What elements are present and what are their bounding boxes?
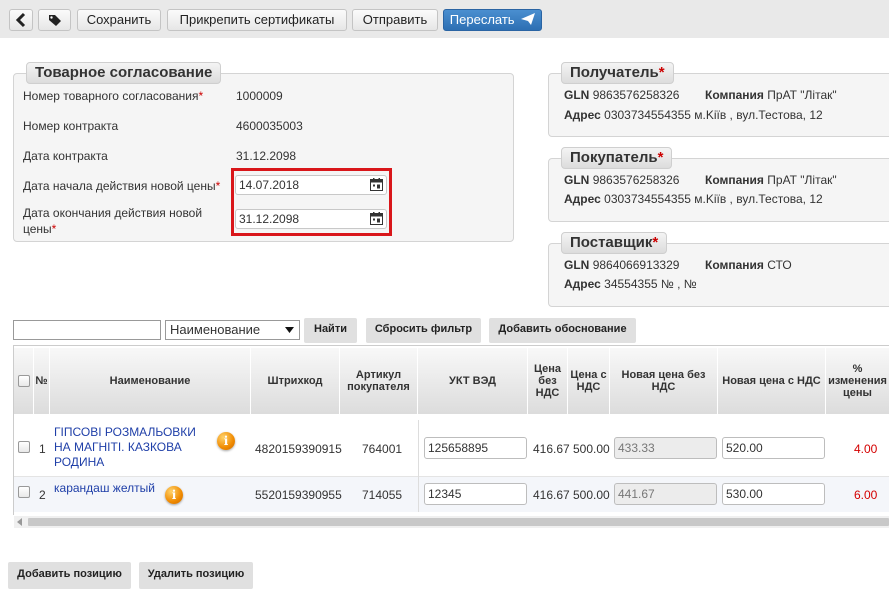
send-button[interactable]: Отправить [352,9,438,31]
contract-date-value: 31.12.2098 [236,149,297,163]
header-num: № [34,348,50,414]
header-price-no-vat[interactable]: Цена без НДС [528,348,568,414]
chevron-left-icon [15,12,26,28]
select-all-checkbox[interactable] [17,375,30,387]
ukt-input[interactable]: 12345 [424,483,527,505]
buyer-gln: GLN 9863576258326 [564,173,680,187]
select-all-header [14,348,34,414]
agreement-title: Товарное согласование [26,62,222,84]
supplier-title: Поставщик* [561,232,668,254]
buyer-company: Компания ПрАТ "Літак" [705,173,837,187]
info-icon[interactable]: i [217,432,235,450]
recipient-address: Адрес 0303734554355 м.Kiïв , вул.Тестова… [564,108,823,122]
new-price-no-vat-field: 433.33 [614,437,717,459]
recipient-gln: GLN 9863576258326 [564,88,680,102]
info-icon[interactable]: i [165,486,183,504]
recipient-company: Компания ПрАТ "Літак" [705,88,837,102]
contract-date-label: Дата контракта [23,149,108,163]
tag-button[interactable] [38,9,71,31]
buyer-address: Адрес 0303734554355 м.Kiïв , вул.Тестова… [564,192,823,206]
calendar-icon[interactable] [370,212,383,225]
add-position-button[interactable]: Добавить позицию [8,562,131,589]
scroll-left-icon[interactable] [16,518,24,526]
calendar-icon[interactable] [370,178,383,191]
header-new-price-vat[interactable]: Новая цена с НДС [718,348,826,414]
agreement-number-label: Номер товарного согласования* [23,89,204,103]
save-button[interactable]: Сохранить [77,9,161,31]
new-price-vat-input[interactable]: 520.00 [722,437,825,459]
filter-field-select[interactable]: Наименование [165,320,300,340]
ukt-input[interactable]: 125658895 [424,437,527,459]
header-price-vat[interactable]: Цена с НДС [568,348,610,414]
header-barcode[interactable]: Штрихкод [251,348,340,414]
header-article[interactable]: Артикул покупателя [340,348,418,414]
forward-label: Переслать [449,12,515,27]
supplier-company: Компания СТО [705,258,792,272]
recipient-title: Получатель* [561,62,674,84]
row-barcode: 5520159390955 [255,488,342,502]
row-price-no-vat: 416.67 [533,488,570,502]
column-divider [418,420,419,512]
add-reason-button[interactable]: Добавить обоснование [489,318,636,343]
start-date-input[interactable]: 14.07.2018 [235,175,387,195]
row-price-no-vat: 416.67 [533,442,570,456]
reset-filter-button[interactable]: Сбросить фильтр [366,318,481,343]
supplier-address: Адрес 34554355 № , № [564,277,697,291]
row-article: 764001 [362,442,403,456]
contract-number-label: Номер контракта [23,119,119,133]
start-date-label: Дата начала действия новой цены* [23,179,221,193]
row-price-vat: 500.00 [573,442,610,456]
agreement-number-value: 1000009 [236,89,283,103]
back-button[interactable] [9,9,33,31]
end-date-input[interactable]: 31.12.2098 [235,209,387,229]
row-barcode: 4820159390915 [255,442,342,456]
row-price-vat: 500.00 [573,488,610,502]
end-date-label: Дата окончания действия новой цены* [23,206,203,236]
row-checkbox[interactable] [18,486,30,498]
paper-plane-icon [521,13,536,25]
filter-field-select-value: Наименование [170,322,261,337]
header-price-change[interactable]: % изменения цены [826,348,889,414]
buyer-title: Покупатель* [561,147,673,169]
find-button[interactable]: Найти [304,318,357,343]
attach-certificates-button[interactable]: Прикрепить сертификаты [167,9,347,31]
chevron-down-icon [285,327,294,333]
new-price-vat-input[interactable]: 530.00 [722,483,825,505]
search-input[interactable] [13,320,161,340]
product-name-link[interactable]: ГІПСОВІ РОЗМАЛЬОВКИ НА МАГНІТІ. КАЗКОВА … [54,425,204,470]
contract-number-value: 4600035003 [236,119,303,133]
tag-icon [49,15,61,26]
row-num: 1 [39,442,46,456]
header-ukt[interactable]: УКТ ВЭД [418,348,528,414]
row-price-change: 6.00 [854,488,878,502]
supplier-gln: GLN 9864066913329 [564,258,680,272]
delete-position-button[interactable]: Удалить позицию [139,562,253,589]
new-price-no-vat-field: 441.67 [614,483,717,505]
horizontal-scrollbar[interactable] [14,516,889,528]
header-new-price-no-vat[interactable]: Новая цена без НДС [610,348,718,414]
row-checkbox[interactable] [18,441,30,453]
forward-button[interactable]: Переслать [443,9,542,31]
scrollbar-thumb[interactable] [28,518,889,526]
row-num: 2 [39,488,46,502]
row-price-change: 4.00 [854,442,878,456]
header-name[interactable]: Наименование [50,348,251,414]
row-article: 714055 [362,488,403,502]
